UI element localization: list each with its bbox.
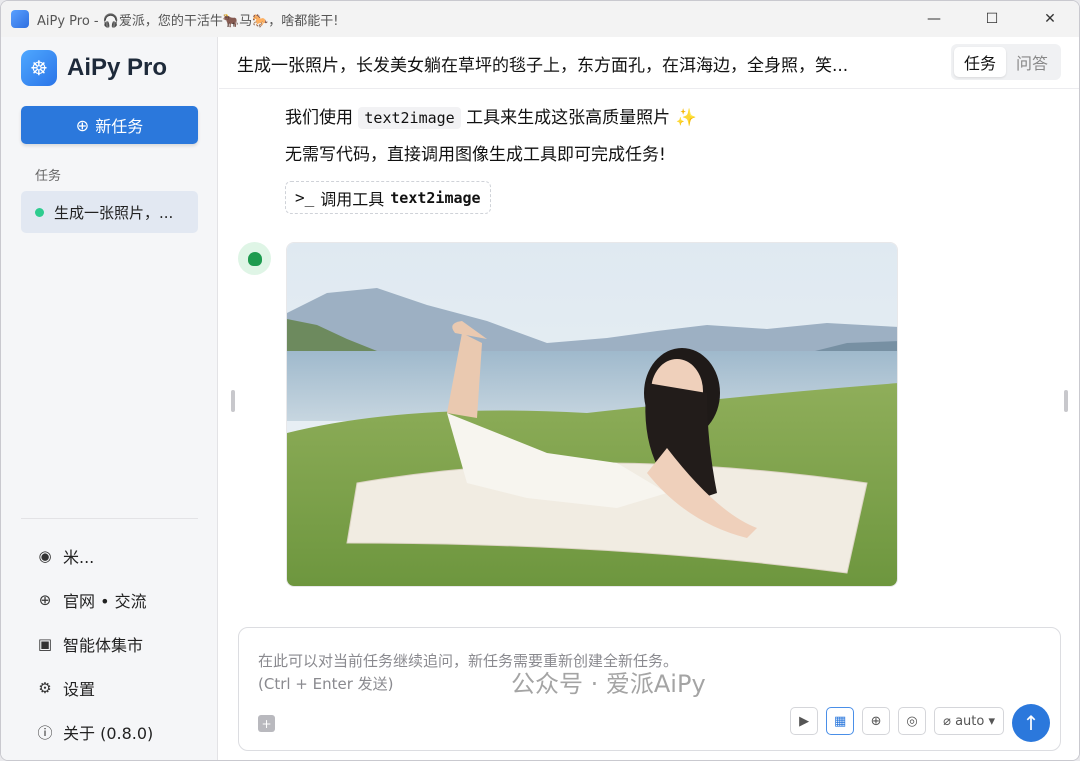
location-icon[interactable]: ◎: [898, 707, 927, 735]
web-search-icon[interactable]: ⊕: [862, 707, 891, 735]
brand: ☸ AiPy Pro: [21, 50, 167, 86]
menu-item-agent-market[interactable]: ▣ 智能体集市: [35, 622, 153, 666]
window-title: AiPy Pro - 🎧爱派，您的干活牛🐂马🐎，啥都能干!: [37, 13, 339, 29]
menu-item-about[interactable]: ⓘ 关于 (0.8.0): [35, 710, 153, 754]
wechat-watermark: 公众号 · 爱派AiPy: [511, 670, 706, 698]
paperclip-icon: ⌀: [943, 713, 956, 729]
user-icon: ◉: [38, 547, 52, 565]
inline-code: text2image: [358, 107, 461, 129]
terminal-icon: >_: [295, 188, 315, 207]
task-title: 生成一张照片，长发美女躺在草坪的毯子上，东方面孔，在洱海边，全身照，笑...: [237, 56, 849, 76]
octopus-logo-icon: ☸: [21, 50, 57, 86]
sidebar-menu: ◉ 米... ⊕ 官网 • 交流 ▣ 智能体集市 ⚙ 设置 ⓘ 关于 (0.8.…: [35, 534, 153, 754]
task-header: 生成一张照片，长发美女躺在草坪的毯子上，东方面孔，在洱海边，全身照，笑... 任…: [219, 37, 1079, 89]
tool-name: text2image: [390, 188, 481, 207]
composer-tools: ▶ ▦ ⊕ ◎ ⌀ auto ▾: [790, 707, 1004, 735]
brand-name: AiPy Pro: [67, 54, 168, 81]
menu-item-label: 关于 (0.8.0): [63, 724, 154, 743]
new-task-button[interactable]: ⊕ 新任务: [21, 106, 198, 144]
tab-qa[interactable]: 问答: [1006, 47, 1058, 77]
divider: [21, 518, 198, 519]
minimize-button[interactable]: —: [905, 1, 963, 37]
tool-call-label: 调用工具: [320, 189, 385, 209]
composer-hint: (Ctrl + Enter 发送): [258, 675, 394, 693]
main-panel: 生成一张照片，长发美女躺在草坪的毯子上，东方面孔，在洱海边，全身照，笑... 任…: [219, 37, 1079, 760]
assistant-message-line: 我们使用 text2image 工具来生成这张高质量照片 ✨: [285, 103, 697, 129]
video-icon[interactable]: ▶: [790, 707, 819, 735]
title-bar[interactable]: AiPy Pro - 🎧爱派，您的干活牛🐂马🐎，啥都能干! — ☐ ✕: [1, 1, 1079, 37]
store-icon: ▣: [37, 635, 53, 653]
photo-illustration: [287, 243, 897, 586]
new-chat-icon: ⊕: [75, 115, 90, 135]
model-select[interactable]: ⌀ auto ▾: [934, 707, 1004, 735]
model-select-value: auto: [955, 713, 985, 729]
menu-item-user[interactable]: ◉ 米...: [35, 534, 153, 578]
menu-item-website[interactable]: ⊕ 官网 • 交流: [35, 578, 153, 622]
image-icon[interactable]: ▦: [826, 707, 855, 735]
tasks-section-label: 任务: [35, 169, 62, 184]
new-task-label: 新任务: [95, 117, 144, 136]
app-icon: [11, 10, 29, 28]
maximize-button[interactable]: ☐: [963, 1, 1021, 37]
menu-item-label: 官网 • 交流: [63, 592, 147, 611]
message-text: 工具来生成这张高质量照片: [466, 108, 671, 128]
task-item-label: 生成一张照片，...: [54, 203, 174, 222]
mode-tabs: 任务 问答: [951, 44, 1061, 80]
left-resize-handle[interactable]: [231, 390, 235, 412]
close-button[interactable]: ✕: [1021, 1, 1079, 37]
generated-image[interactable]: [286, 242, 898, 587]
sparkle-icon: ✨: [675, 108, 697, 128]
bot-avatar-icon: [238, 242, 271, 275]
message-text: 我们使用: [285, 108, 353, 128]
menu-item-label: 米...: [63, 548, 95, 567]
tab-task[interactable]: 任务: [954, 47, 1006, 77]
status-dot-icon: [35, 207, 44, 217]
tool-call-chip[interactable]: >_ 调用工具 text2image: [285, 181, 491, 214]
gear-icon: ⚙: [38, 679, 52, 697]
app-window: AiPy Pro - 🎧爱派，您的干活牛🐂马🐎，啥都能干! — ☐ ✕ ☸ Ai…: [0, 0, 1080, 761]
menu-item-settings[interactable]: ⚙ 设置: [35, 666, 153, 710]
sidebar: ☸ AiPy Pro ⊕ 新任务 任务 生成一张照片，... ◉ 米... ⊕ …: [1, 37, 218, 760]
send-button[interactable]: ↑: [1012, 704, 1050, 742]
window-controls: — ☐ ✕: [905, 1, 1079, 37]
menu-item-label: 设置: [63, 680, 96, 699]
right-resize-handle[interactable]: [1064, 390, 1068, 412]
globe-icon: ⊕: [38, 591, 52, 609]
attach-icon[interactable]: +: [258, 715, 275, 732]
sidebar-task-item[interactable]: 生成一张照片，...: [21, 191, 198, 233]
menu-item-label: 智能体集市: [63, 636, 144, 655]
info-icon: ⓘ: [37, 723, 53, 742]
chevron-down-icon: ▾: [984, 713, 995, 729]
assistant-message-line: 无需写代码，直接调用图像生成工具即可完成任务!: [285, 145, 666, 165]
